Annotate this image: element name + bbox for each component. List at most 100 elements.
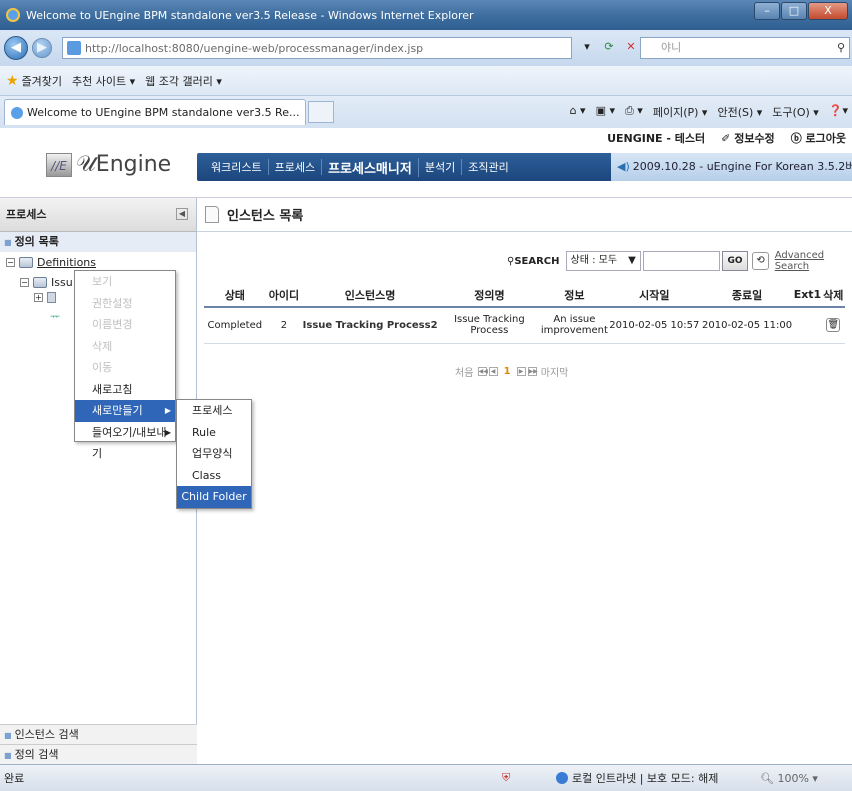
- cmd-safety[interactable]: 안전(S) ▾: [717, 104, 762, 120]
- first-page-icon[interactable]: ◀◀: [477, 367, 488, 376]
- logout-link[interactable]: ⓑ 로그아웃: [791, 130, 846, 146]
- nav-worklist[interactable]: 워크리스트: [205, 159, 269, 175]
- ticker-text: 2009.10.28 - uEngine For Korean 3.5.2버전이…: [632, 160, 852, 173]
- new-submenu: 프로세스 Rule 업무양식 Class Child Folder: [176, 399, 252, 509]
- submenu-arrow-icon: ▶: [164, 427, 171, 437]
- logo-mark: //E: [46, 152, 72, 177]
- cell-instance-name[interactable]: Issue Tracking Process2: [302, 307, 438, 344]
- nav-process-manager[interactable]: 프로세스매니저: [322, 157, 419, 177]
- stop-icon[interactable]: ✕: [622, 38, 640, 56]
- minimize-button[interactable]: –: [754, 2, 780, 20]
- col-end[interactable]: 종료일: [700, 283, 794, 308]
- url-field[interactable]: http://localhost:8080/uengine-web/proces…: [62, 37, 572, 59]
- print-icon[interactable]: ⎙ ▾: [625, 104, 643, 120]
- status-filter-select[interactable]: 상태 : 모두 ▼: [565, 251, 641, 271]
- zoom-control[interactable]: 🔍︎ 100% ▾: [760, 772, 818, 785]
- definition-search-link[interactable]: ■ 정의 검색: [0, 744, 197, 764]
- nav-process[interactable]: 프로세스: [269, 159, 323, 175]
- sub-class[interactable]: Class: [177, 465, 251, 487]
- browser-search-input[interactable]: 야니 ⚲: [640, 37, 850, 59]
- maximize-button[interactable]: □: [781, 2, 807, 20]
- submenu-arrow-icon: ▶: [164, 406, 171, 415]
- compat-icon[interactable]: ▾: [578, 38, 596, 56]
- col-start[interactable]: 시작일: [607, 283, 701, 308]
- next-page-icon[interactable]: ▶: [516, 367, 526, 376]
- refresh-icon[interactable]: ⟳: [600, 38, 618, 56]
- col-instance-name[interactable]: 인스턴스명: [302, 283, 438, 308]
- collapse-panel-icon[interactable]: ◀: [176, 208, 188, 220]
- search-icon[interactable]: ⚲: [837, 38, 845, 58]
- ctx-refresh[interactable]: 새로고침: [75, 379, 175, 401]
- last-page-icon[interactable]: ▶▶: [527, 367, 538, 376]
- browser-tab[interactable]: Welcome to UEngine BPM standalone ver3.5…: [4, 99, 307, 125]
- home-icon[interactable]: ⌂ ▾: [570, 104, 586, 120]
- tree-node-leaf[interactable]: ᅲ: [50, 308, 60, 324]
- instance-search-link[interactable]: ■ 인스턴스 검색: [0, 724, 197, 744]
- favorites-label[interactable]: 즐겨찾기: [22, 73, 62, 89]
- pagination: 처음 ◀◀ ◀ 1 ▶ ▶▶ 마지막: [455, 364, 568, 379]
- sub-rule[interactable]: Rule: [177, 422, 251, 444]
- security-icon[interactable]: ⛨: [502, 771, 510, 785]
- cell-id: 2: [265, 307, 303, 344]
- col-ext1[interactable]: Ext1: [793, 283, 822, 308]
- cmd-help[interactable]: ❓▾: [829, 104, 848, 120]
- collapse-node-icon[interactable]: −: [6, 258, 15, 267]
- pager-current[interactable]: 1: [504, 366, 511, 377]
- ctx-delete[interactable]: 삭제: [75, 336, 175, 358]
- definition-list-section[interactable]: ■ 정의 목록: [0, 232, 196, 252]
- close-button[interactable]: X: [808, 2, 848, 20]
- forward-button[interactable]: ▶: [32, 38, 52, 58]
- sub-child-folder[interactable]: Child Folder: [177, 486, 251, 508]
- col-definition-name[interactable]: 정의명: [437, 283, 541, 308]
- ctx-permissions[interactable]: 권한설정: [75, 293, 175, 315]
- zone-indicator[interactable]: 로컬 인트라넷 | 보호 모드: 해제: [556, 770, 718, 786]
- news-ticker[interactable]: ◀) 2009.10.28 - uEngine For Korean 3.5.2버…: [611, 153, 852, 181]
- command-bar: ⌂ ▾ ▣ ▾ ⎙ ▾ 페이지(P) ▾ 안전(S) ▾ 도구(O) ▾ ❓▾: [560, 104, 848, 120]
- search-placeholder: 야니: [661, 41, 682, 54]
- left-panel-title: 프로세스: [6, 208, 47, 221]
- expand-node-icon[interactable]: +: [34, 293, 43, 302]
- cell-delete: 🗑: [821, 307, 845, 344]
- new-tab-button[interactable]: [308, 101, 335, 123]
- col-delete[interactable]: 삭제: [821, 283, 845, 308]
- cmd-tools[interactable]: 도구(O) ▾: [772, 104, 819, 120]
- col-id[interactable]: 아이디: [265, 283, 303, 308]
- sub-process[interactable]: 프로세스: [177, 400, 251, 422]
- edit-profile-link[interactable]: ✐ 정보수정: [721, 130, 775, 146]
- feeds-icon[interactable]: ▣ ▾: [596, 104, 615, 120]
- col-info[interactable]: 정보: [540, 283, 608, 308]
- nav-organization[interactable]: 조직관리: [462, 159, 514, 175]
- pager-last-label[interactable]: 마지막: [541, 364, 569, 379]
- folder-icon: [33, 277, 47, 288]
- refresh-button[interactable]: ⟲: [752, 252, 769, 270]
- prev-page-icon[interactable]: ◀: [488, 367, 498, 376]
- search-row: ⚲ SEARCH 상태 : 모두 ▼ GO ⟲ Advanced Search: [507, 250, 852, 272]
- user-bar: UENGINE - 테스터 ✐ 정보수정 ⓑ 로그아웃: [591, 130, 846, 146]
- back-button[interactable]: ◀: [4, 36, 28, 60]
- favorites-suggested-sites[interactable]: 추천 사이트 ▾: [72, 73, 135, 89]
- collapse-node-icon[interactable]: −: [20, 278, 29, 287]
- ctx-view[interactable]: 보기: [75, 271, 175, 293]
- ctx-rename[interactable]: 이름변경: [75, 314, 175, 336]
- pager-first-label[interactable]: 처음: [455, 364, 473, 379]
- sub-form[interactable]: 업무양식: [177, 443, 251, 465]
- ctx-import-export[interactable]: 들여오기/내보내기 ▶: [75, 422, 175, 461]
- app-logo[interactable]: //E 𝒰Engine: [46, 152, 171, 177]
- tree-node-issue[interactable]: − Issu: [20, 276, 73, 289]
- search-input[interactable]: [642, 251, 720, 271]
- cell-definition-name: Issue Tracking Process: [437, 307, 541, 344]
- definition-search-label: 정의 검색: [14, 748, 59, 761]
- col-status[interactable]: 상태: [204, 283, 266, 308]
- trash-icon[interactable]: 🗑: [826, 318, 841, 333]
- ctx-move[interactable]: 이동: [75, 357, 175, 379]
- tree-node-definitions[interactable]: − Definitions: [6, 256, 96, 269]
- favorites-web-slice-gallery[interactable]: 웹 조각 갤러리 ▾: [145, 73, 222, 89]
- nav-analyzer[interactable]: 분석기: [419, 159, 463, 175]
- ctx-new[interactable]: 새로만들기 ▶: [75, 400, 175, 422]
- tree-node-sub[interactable]: +: [34, 292, 60, 303]
- cmd-page[interactable]: 페이지(P) ▾: [653, 104, 708, 120]
- favorites-star-icon[interactable]: ★: [6, 73, 19, 89]
- go-button[interactable]: GO: [721, 251, 749, 271]
- table-row[interactable]: Completed 2 Issue Tracking Process2 Issu…: [204, 307, 845, 344]
- advanced-search-link[interactable]: Advanced Search: [775, 250, 852, 272]
